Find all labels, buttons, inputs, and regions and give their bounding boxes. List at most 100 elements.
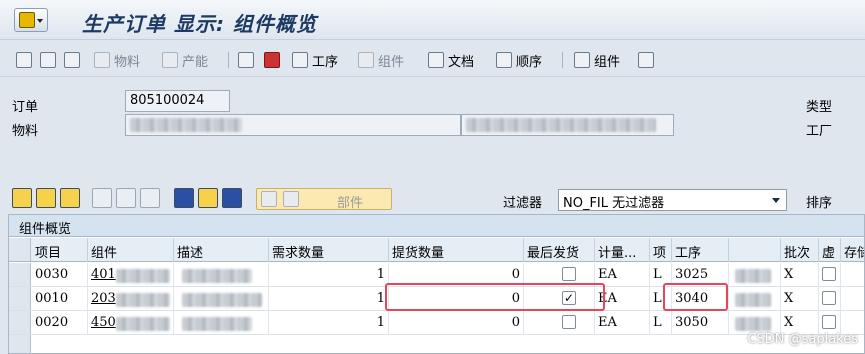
capacity-button[interactable]: 产能 [162,50,208,70]
component-disabled-label: 组件 [378,54,405,70]
cell-item[interactable]: 0030 [32,263,88,287]
col-final-issue[interactable]: 最后发货 [524,238,595,262]
cell-withdrawn-qty[interactable]: 0 [389,311,524,335]
cell-description[interactable] [174,287,269,311]
col-batch[interactable]: 批次 [781,238,819,262]
col-operation[interactable]: 工序 [672,238,729,262]
sap-menu-icon [19,12,35,28]
col-withdrawn-qty[interactable]: 提货数量 [389,238,524,262]
structure-tree-icon [638,52,654,68]
table-title: 组件概览 [9,215,864,237]
cell-component[interactable]: 401 [88,263,174,287]
row-selector[interactable] [9,263,31,286]
cell-required-qty[interactable]: 1 [269,263,389,287]
part-button[interactable]: 部件 [256,188,392,211]
flag-icon [16,52,32,68]
cell-phantom[interactable] [819,263,841,287]
cell-redacted[interactable] [729,263,781,287]
flag-button[interactable] [16,50,32,70]
structure-button-2[interactable] [140,188,160,208]
delete-row-button[interactable] [116,188,136,208]
structure-button[interactable] [638,50,654,70]
cell-storage[interactable] [841,263,864,287]
cell-batch[interactable]: X [781,287,819,311]
select-all-button[interactable] [12,188,32,208]
cell-description[interactable] [174,263,269,287]
row-selector[interactable] [9,311,31,334]
edit-button[interactable] [198,188,218,208]
part-button-label: 部件 [337,196,364,211]
component-redacted [116,269,170,283]
final-issue-checkbox[interactable] [562,267,576,281]
material-label: 物料 [12,124,39,139]
order-field[interactable]: 805100024 [125,90,230,112]
redacted-value [735,317,771,331]
component-disabled-icon [358,52,374,68]
phantom-checkbox[interactable] [822,315,836,329]
cell-batch[interactable]: X [781,263,819,287]
cell-operation[interactable]: 3050 [672,311,729,335]
col-storage[interactable]: 存储 [841,238,864,262]
select-block-button[interactable] [36,188,56,208]
cell-component[interactable]: 450 [88,311,174,335]
select-all-cell[interactable] [9,238,31,261]
cell-component-value: 450 [91,315,116,330]
hierarchy-button[interactable] [238,50,254,70]
cell-required-qty[interactable]: 1 [269,287,389,311]
col-description[interactable]: 描述 [174,238,269,262]
info-button[interactable] [174,188,194,208]
component-icon [574,52,590,68]
cell-required-qty[interactable]: 1 [269,311,389,335]
phantom-checkbox[interactable] [822,291,836,305]
page-title: 生产订单 显示: 组件概览 [82,12,317,36]
operation-button-label: 工序 [312,54,339,70]
component-button[interactable]: 组件 [574,50,620,70]
plant-label: 工厂 [806,124,833,139]
cell-final-issue[interactable] [524,311,595,335]
cell-storage[interactable] [841,287,864,311]
cell-uom[interactable]: EA [595,311,650,335]
export-button[interactable] [40,50,56,70]
columns-button[interactable] [222,188,242,208]
type-label: 类型 [806,100,833,115]
col-redacted[interactable] [729,238,781,262]
operation-button[interactable]: 工序 [292,50,338,70]
col-phantom[interactable]: 虚 [819,238,841,262]
col-uom[interactable]: 计量... [595,238,650,262]
sequence-button-label: 顺序 [516,54,543,70]
components-table: 组件概览 项目 组件 描述 需求数量 提货数量 最后发货 计量... 项 工序 … [8,214,865,354]
table-row[interactable]: 0020 450 1 0 EA L 3050 X [9,311,864,335]
cell-component[interactable]: 203 [88,287,174,311]
hat-icon [264,52,280,68]
cell-redacted[interactable] [729,287,781,311]
col-required-qty[interactable]: 需求数量 [269,238,389,262]
calculator-icon [64,52,80,68]
chevron-down-icon [772,198,780,203]
filter-select[interactable]: NO_FIL 无过滤器 [558,189,787,211]
phantom-checkbox[interactable] [822,267,836,281]
row-selector[interactable] [9,287,31,310]
cell-description[interactable] [174,311,269,335]
sequence-icon [496,52,512,68]
cell-item-category[interactable]: L [650,311,672,335]
cell-item[interactable]: 0020 [32,311,88,335]
col-item-category[interactable]: 项 [650,238,672,262]
system-menu-button[interactable] [14,8,48,32]
component-disabled-button[interactable]: 组件 [358,50,404,70]
filter-label: 过滤器 [503,196,543,211]
sequence-button[interactable]: 顺序 [496,50,542,70]
col-component[interactable]: 组件 [88,238,174,262]
deselect-button[interactable] [60,188,80,208]
final-issue-checkbox[interactable] [562,315,576,329]
table-row-empty[interactable] [9,335,864,353]
cell-component-value: 203 [91,291,116,306]
material-button[interactable]: 物料 [94,50,140,70]
cell-phantom[interactable] [819,287,841,311]
calculator-button[interactable] [64,50,80,70]
insert-row-button[interactable] [92,188,112,208]
hat-button[interactable] [264,50,280,70]
col-item[interactable]: 项目 [32,238,88,262]
cell-item[interactable]: 0010 [32,287,88,311]
row-selector[interactable] [9,335,31,353]
document-button[interactable]: 文档 [428,50,474,70]
